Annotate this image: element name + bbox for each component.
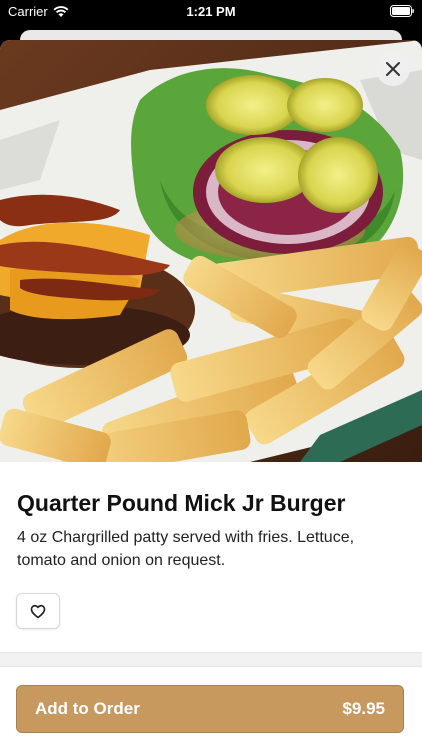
item-detail-sheet: Quarter Pound Mick Jr Burger 4 oz Chargr… — [0, 40, 422, 750]
battery-icon — [390, 5, 414, 17]
add-to-order-button[interactable]: Add to Order $9.95 — [16, 685, 404, 733]
status-bar: Carrier 1:21 PM — [0, 0, 422, 24]
item-price: $9.95 — [342, 699, 385, 718]
item-description: 4 oz Chargrilled patty served with fries… — [17, 529, 355, 569]
close-button[interactable] — [376, 52, 410, 86]
section-divider — [0, 652, 422, 667]
close-icon — [386, 62, 400, 76]
add-to-order-label: Add to Order — [35, 699, 140, 718]
order-footer: Add to Order $9.95 — [0, 666, 422, 750]
heart-icon — [30, 604, 46, 618]
favorite-button[interactable] — [16, 593, 60, 629]
status-time: 1:21 PM — [186, 4, 236, 19]
item-photo — [0, 40, 422, 462]
item-title: Quarter Pound Mick Jr Burger — [17, 490, 346, 516]
